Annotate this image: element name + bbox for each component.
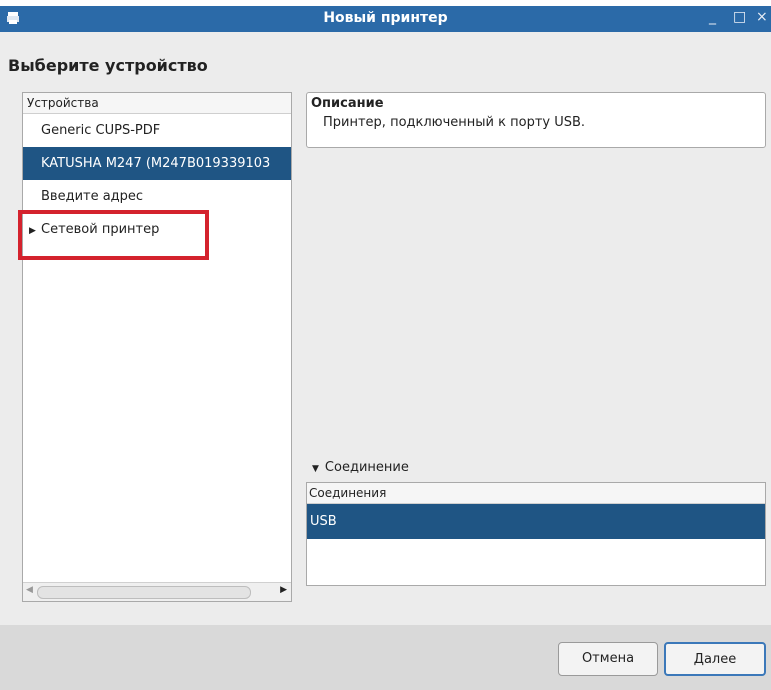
collapse-arrow-icon: ▼ <box>312 464 319 474</box>
cancel-button[interactable]: Отмена <box>558 642 658 676</box>
title-bar: Новый принтер _ □ × <box>0 6 771 32</box>
devices-column-header[interactable]: Устройства <box>23 93 291 114</box>
connections-list: Соединения USB <box>306 482 766 586</box>
devices-horizontal-scrollbar[interactable]: ◀ ▶ <box>23 582 291 601</box>
device-item-enter-address[interactable]: Введите адрес <box>23 180 291 213</box>
next-button[interactable]: Далее <box>664 642 766 676</box>
description-text: Принтер, подключенный к порту USB. <box>323 115 586 130</box>
device-item-katusha[interactable]: KATUSHA M247 (M247B019339103 <box>23 147 291 180</box>
minimize-button[interactable]: _ <box>709 9 716 25</box>
connections-column-header[interactable]: Соединения <box>307 483 765 504</box>
connection-expander-label: Соединение <box>324 460 409 475</box>
scroll-right-icon[interactable]: ▶ <box>280 585 287 595</box>
maximize-button[interactable]: □ <box>733 9 746 25</box>
device-item-generic-cups-pdf[interactable]: Generic CUPS-PDF <box>23 114 291 147</box>
page-title: Выберите устройство <box>8 56 208 75</box>
close-button[interactable]: × <box>756 9 768 25</box>
connection-item-usb[interactable]: USB <box>307 504 765 539</box>
new-printer-dialog: Выберите устройство Устройства Generic C… <box>0 32 771 690</box>
description-panel: Описание Принтер, подключенный к порту U… <box>306 92 766 148</box>
connection-expander[interactable]: ▼ Соединение <box>312 460 409 475</box>
window-title: Новый принтер <box>323 10 448 26</box>
description-header: Описание <box>311 96 384 111</box>
scroll-left-icon[interactable]: ◀ <box>26 585 33 595</box>
devices-list: Устройства Generic CUPS-PDF KATUSHA M247… <box>22 92 292 602</box>
highlight-annotation-box <box>18 210 209 260</box>
scrollbar-thumb[interactable] <box>37 586 251 599</box>
